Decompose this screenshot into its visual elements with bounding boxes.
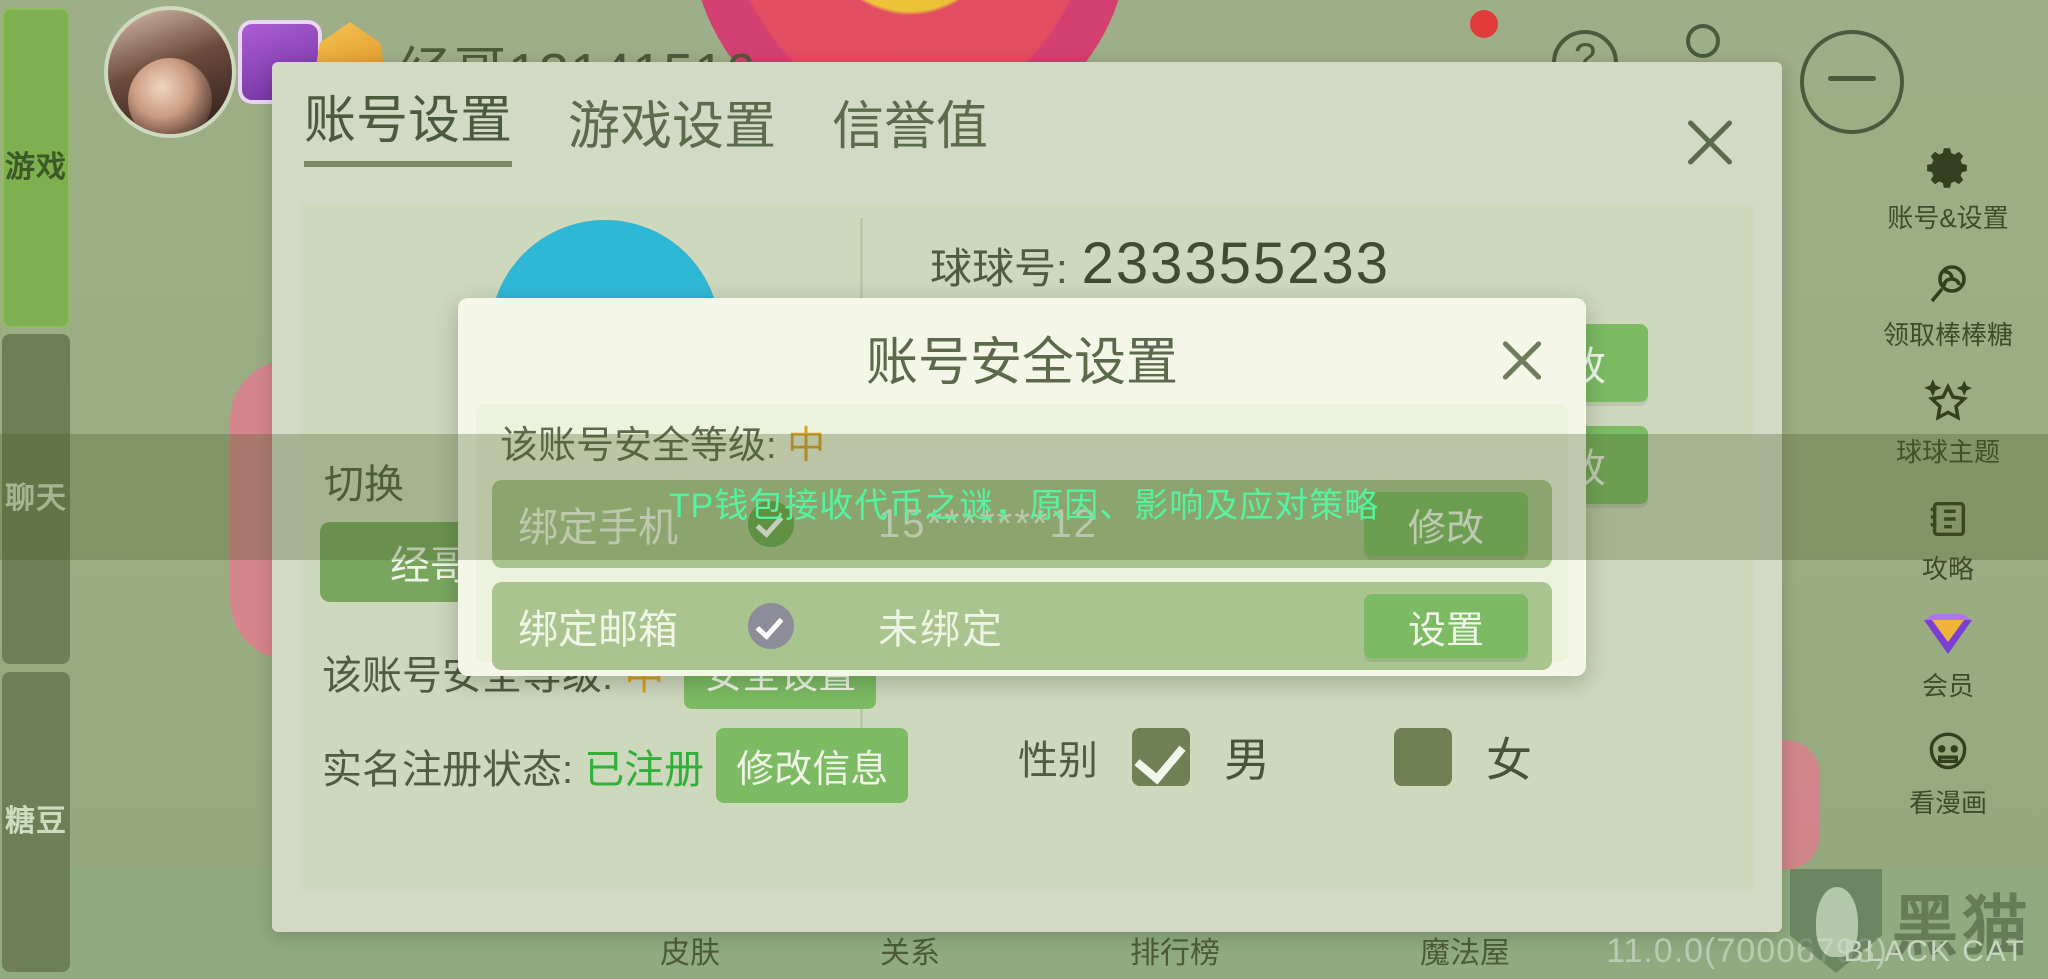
bind-email-row: 绑定邮箱 未绑定 设置: [492, 582, 1552, 670]
close-icon[interactable]: [1680, 112, 1740, 172]
rail-item-game[interactable]: 游戏: [2, 8, 70, 328]
comic-face-icon: [1920, 725, 1976, 781]
realname-label: 实名注册状态: 已注册: [322, 737, 704, 795]
realname-label-text: 实名注册状态:: [322, 747, 574, 792]
bottom-tab-relation[interactable]: 关系: [880, 928, 940, 972]
realname-row: 实名注册状态: 已注册 修改信息: [322, 728, 909, 803]
right-rail: 账号&设置 领取棒棒糖 球球主题 攻略 会员 看漫画: [1858, 140, 2038, 842]
gear-icon: [1920, 140, 1976, 196]
bind-email-check-icon: [748, 603, 794, 649]
person-head-icon[interactable]: [1686, 24, 1720, 58]
minimize-button[interactable]: [1800, 30, 1904, 134]
bind-phone-row: 绑定手机 15*******12 修改: [492, 480, 1552, 568]
rail-item-chat[interactable]: 聊天: [2, 334, 70, 664]
right-rail-item-lollipop[interactable]: 领取棒棒糖: [1858, 257, 2038, 352]
tab-account-settings[interactable]: 账号设置: [304, 78, 513, 167]
right-rail-item-vip[interactable]: 会员: [1858, 608, 2038, 703]
settings-tabbar: 账号设置 游戏设置 信誉值: [304, 78, 988, 167]
gender-row: 性别 男 女: [1018, 724, 1532, 790]
bottom-tab-skin[interactable]: 皮肤: [660, 928, 720, 972]
gender-label: 性别: [1018, 739, 1098, 783]
right-rail-item-theme[interactable]: 球球主题: [1858, 374, 2038, 469]
security-modal-panel: 该账号安全等级: 中 绑定手机 15*******12 修改 绑定邮箱 未绑定 …: [476, 404, 1568, 670]
right-rail-item-settings[interactable]: 账号&设置: [1858, 140, 2038, 235]
rail-item-candy[interactable]: 糖豆: [2, 672, 70, 972]
bind-phone-value: 15*******12: [878, 501, 1098, 546]
bind-phone-edit-button[interactable]: 修改: [1364, 492, 1528, 556]
left-rail: 游戏 聊天 糖豆: [0, 0, 72, 979]
right-rail-item-comic[interactable]: 看漫画: [1858, 725, 2038, 820]
bind-phone-check-icon: [748, 501, 794, 547]
security-modal-level: 该账号安全等级: 中: [500, 414, 825, 469]
right-rail-label-theme: 球球主题: [1895, 437, 2000, 467]
gender-male-label: 男: [1224, 734, 1270, 786]
rail-item-candy-label: 糖豆: [5, 805, 67, 838]
right-rail-label-lollipop: 领取棒棒糖: [1882, 320, 2013, 350]
bottom-tab-magic[interactable]: 魔法屋: [1420, 928, 1510, 972]
right-rail-label-comic: 看漫画: [1908, 788, 1987, 818]
tab-reputation[interactable]: 信誉值: [832, 84, 988, 167]
tab-game-settings[interactable]: 游戏设置: [568, 84, 776, 167]
bind-email-value: 未绑定: [878, 608, 1004, 652]
close-icon[interactable]: [1496, 334, 1548, 386]
book-icon: [1920, 491, 1976, 547]
minus-icon: [1828, 76, 1876, 81]
security-modal-title: 账号安全设置: [865, 334, 1178, 392]
security-modal-level-value: 中: [787, 425, 826, 467]
switch-label: 切换: [324, 463, 404, 507]
rail-item-chat-label: 聊天: [5, 482, 67, 515]
avatar[interactable]: [104, 6, 236, 138]
ball-id-value: 233355233: [1081, 231, 1390, 296]
security-modal-level-label: 该账号安全等级:: [500, 425, 777, 467]
right-rail-label-settings: 账号&设置: [1887, 203, 2009, 233]
ball-id-row: 球球号: 233355233: [930, 230, 1390, 297]
right-rail-label-guide: 攻略: [1921, 554, 1974, 584]
gender-male-checkbox[interactable]: [1132, 728, 1190, 786]
edit-info-button[interactable]: 修改信息: [716, 728, 909, 803]
ball-id-label: 球球号:: [930, 245, 1068, 292]
gender-female-label: 女: [1486, 734, 1532, 786]
watermark-brand-en: BLACK CAT: [1843, 935, 2026, 968]
account-security-modal: 账号安全设置 该账号安全等级: 中 绑定手机 15*******12 修改 绑定…: [458, 298, 1586, 676]
rail-item-game-label: 游戏: [5, 151, 67, 184]
star-sparkle-icon: [1920, 374, 1976, 430]
lollipop-icon: [1920, 257, 1976, 313]
gender-female-checkbox[interactable]: [1394, 728, 1452, 786]
notification-dot-icon: [1470, 10, 1498, 38]
right-rail-item-guide[interactable]: 攻略: [1858, 491, 2038, 586]
realname-value: 已注册: [584, 747, 705, 792]
bind-email-label: 绑定邮箱: [518, 608, 678, 652]
bind-phone-label: 绑定手机: [518, 506, 678, 550]
bottom-tab-rank[interactable]: 排行榜: [1130, 928, 1220, 972]
right-rail-label-vip: 会员: [1921, 671, 1974, 701]
vip-diamond-icon: [1920, 608, 1976, 664]
bind-email-set-button[interactable]: 设置: [1364, 594, 1528, 658]
